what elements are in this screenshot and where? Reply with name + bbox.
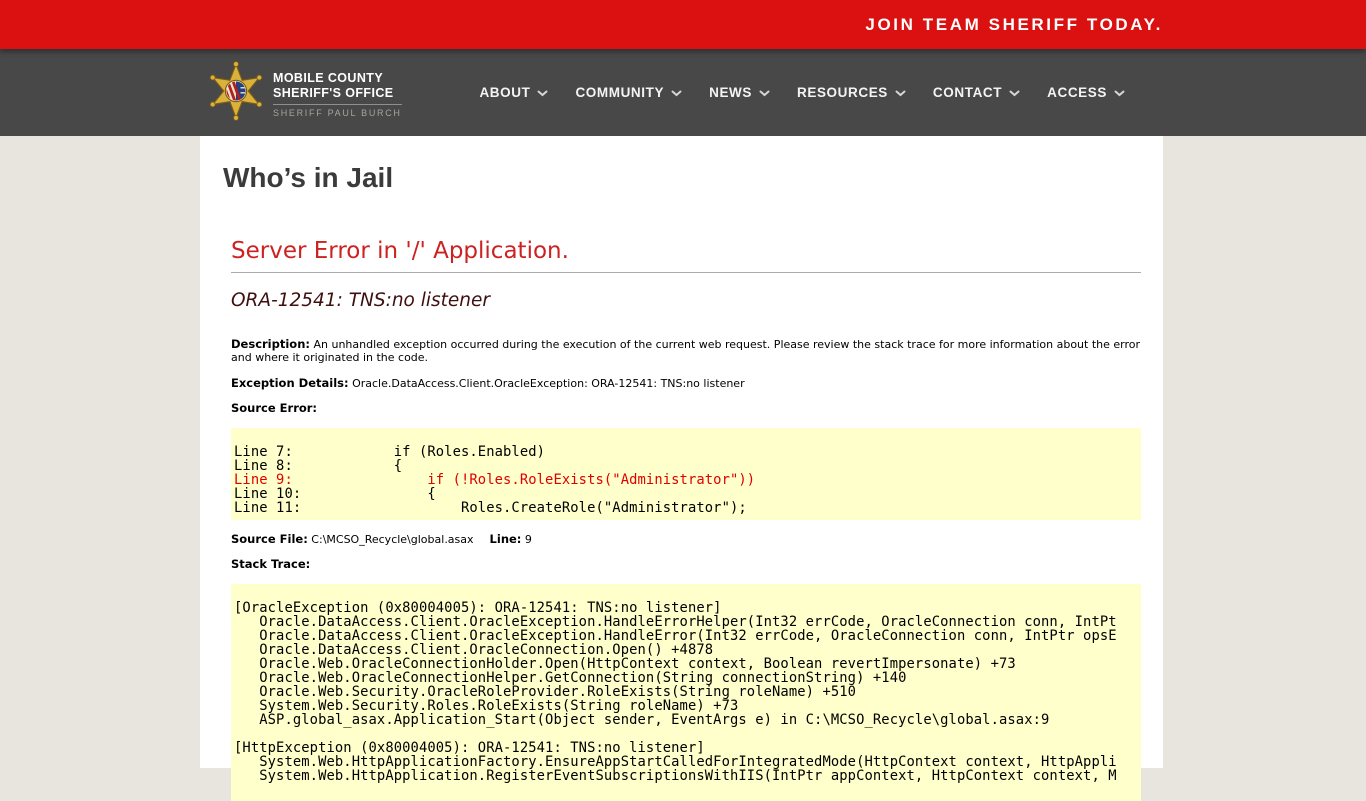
exception-details-label: Exception Details:: [231, 376, 349, 390]
source-file-label: Source File:: [231, 532, 308, 546]
nav-item-contact[interactable]: CONTACT: [933, 85, 1020, 100]
stack-trace-block: [OracleException (0x80004005): ORA-12541…: [231, 584, 1141, 801]
nav-label: NEWS: [709, 85, 752, 100]
content-column: Who’s in Jail Server Error in '/' Applic…: [200, 136, 1163, 768]
source-code-before: Line 7: if (Roles.Enabled) Line 8: {: [234, 444, 545, 474]
line-label: Line:: [490, 532, 522, 546]
error-subheading: ORA-12541: TNS:no listener: [231, 290, 1141, 312]
chevron-down-icon: [759, 85, 770, 100]
chevron-down-icon: [1114, 85, 1125, 100]
nav-item-access[interactable]: ACCESS: [1047, 85, 1125, 100]
exception-details: Exception Details: Oracle.DataAccess.Cli…: [231, 377, 1141, 390]
logo-text-line3: SHERIFF PAUL BURCH: [273, 108, 402, 118]
error-divider: [231, 272, 1141, 273]
sheriff-star-badge-icon: [208, 60, 264, 127]
server-error-section: Server Error in '/' Application. ORA-125…: [231, 238, 1141, 801]
logo-divider: [273, 104, 402, 105]
page-title: Who’s in Jail: [223, 161, 1163, 194]
announcement-banner: JOIN TEAM SHERIFF TODAY.: [0, 0, 1366, 49]
nav-item-news[interactable]: NEWS: [709, 85, 770, 100]
logo-text-line1: MOBILE COUNTY: [273, 71, 402, 86]
chevron-down-icon: [671, 85, 682, 100]
source-error-code-block: Line 7: if (Roles.Enabled) Line 8: { Lin…: [231, 428, 1141, 520]
description-label: Description:: [231, 337, 310, 351]
nav-item-resources[interactable]: RESOURCES: [797, 85, 906, 100]
source-error-code: Line 7: if (Roles.Enabled) Line 8: { Lin…: [231, 428, 1141, 520]
nav-label: ABOUT: [479, 85, 530, 100]
nav-item-community[interactable]: COMMUNITY: [575, 85, 682, 100]
source-file-path: C:\MCSO_Recycle\global.asax: [308, 533, 474, 546]
line-number: 9: [521, 533, 532, 546]
source-error-label: Source Error:: [231, 401, 317, 415]
exception-details-text: Oracle.DataAccess.Client.OracleException…: [349, 377, 745, 390]
error-heading: Server Error in '/' Application.: [231, 238, 1141, 265]
stack-trace-label-row: Stack Trace:: [231, 558, 1141, 571]
join-team-link[interactable]: JOIN TEAM SHERIFF TODAY.: [865, 15, 1163, 35]
site-logo[interactable]: MOBILE COUNTY SHERIFF'S OFFICE SHERIFF P…: [208, 60, 402, 127]
source-code-after: Line 10: { Line 11: Roles.CreateRole("Ad…: [234, 486, 747, 516]
logo-text-line2: SHERIFF'S OFFICE: [273, 86, 402, 101]
stack-trace-label: Stack Trace:: [231, 557, 310, 571]
description-text: An unhandled exception occurred during t…: [231, 338, 1140, 364]
nav-label: CONTACT: [933, 85, 1002, 100]
main-nav: ABOUT COMMUNITY NEWS RESOURCES CONTACT A…: [479, 49, 1125, 136]
nav-label: COMMUNITY: [575, 85, 664, 100]
nav-item-about[interactable]: ABOUT: [479, 85, 548, 100]
source-file-row: Source File: C:\MCSO_Recycle\global.asax…: [231, 533, 1141, 546]
stack-trace-text: [OracleException (0x80004005): ORA-12541…: [231, 584, 1141, 788]
chevron-down-icon: [1009, 85, 1020, 100]
error-description: Description: An unhandled exception occu…: [231, 338, 1141, 364]
site-header: MOBILE COUNTY SHERIFF'S OFFICE SHERIFF P…: [0, 49, 1366, 136]
nav-label: RESOURCES: [797, 85, 888, 100]
source-error-label-row: Source Error:: [231, 402, 1141, 415]
chevron-down-icon: [537, 85, 548, 100]
nav-label: ACCESS: [1047, 85, 1107, 100]
chevron-down-icon: [895, 85, 906, 100]
